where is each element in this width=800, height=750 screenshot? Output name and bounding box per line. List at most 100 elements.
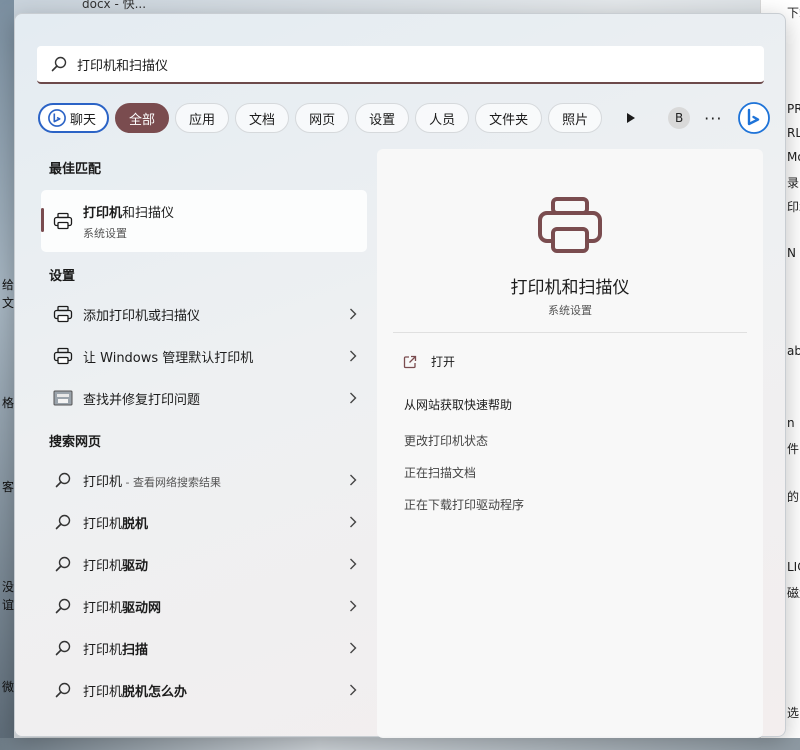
desktop-fragment: RL bbox=[787, 126, 800, 140]
web-result[interactable]: 打印机脱机 bbox=[41, 502, 367, 542]
printer-icon bbox=[53, 212, 73, 230]
more-options-button[interactable]: ··· bbox=[704, 109, 722, 128]
preview-title: 打印机和扫描仪 bbox=[510, 278, 630, 298]
filter-folders[interactable]: 文件夹 bbox=[475, 103, 543, 133]
web-result-query: 打印机 bbox=[83, 558, 123, 574]
search-icon bbox=[55, 556, 71, 572]
filter-people[interactable]: 人员 bbox=[415, 103, 470, 133]
filter-apps[interactable]: 应用 bbox=[175, 103, 230, 133]
web-result-suggestion: 驱动 bbox=[122, 558, 149, 574]
chevron-right-icon[interactable] bbox=[349, 473, 357, 487]
troubleshoot-icon bbox=[53, 390, 73, 406]
more-filters-button[interactable] bbox=[618, 105, 644, 131]
search-icon bbox=[55, 472, 71, 488]
settings-result-add-printer[interactable]: 添加打印机或扫描仪 bbox=[41, 294, 367, 334]
help-link-driver-download[interactable]: 正在下载打印驱动程序 bbox=[404, 496, 524, 513]
quick-help-heading: 从网站获取快速帮助 bbox=[404, 398, 513, 412]
desktop-fragment: 选中 bbox=[787, 706, 800, 720]
web-result-suggestion: 驱动网 bbox=[122, 600, 162, 616]
web-result-suggestion: 脱机怎么办 bbox=[122, 684, 188, 700]
web-result-query: 打印机 bbox=[83, 684, 123, 700]
filter-photos[interactable]: 照片 bbox=[548, 103, 603, 133]
best-match-title-bold: 打印机 bbox=[83, 205, 123, 221]
desktop-fragment: 文 bbox=[2, 296, 15, 310]
chevron-right-icon[interactable] bbox=[349, 515, 357, 529]
desktop-fragment: 印木 bbox=[787, 200, 800, 214]
best-match-item[interactable]: 打印机和扫描仪 系统设置 bbox=[41, 190, 367, 252]
desktop-fragment: 微 bbox=[2, 680, 15, 694]
search-input[interactable] bbox=[77, 56, 697, 72]
open-button[interactable]: 打开 bbox=[403, 353, 455, 370]
result-label: 让 Windows 管理默认打印机 bbox=[83, 350, 254, 366]
desktop-fragment: PRE bbox=[787, 102, 800, 116]
web-search-heading: 搜索网页 bbox=[49, 435, 102, 450]
chat-filter-label: 聊天 bbox=[70, 112, 97, 128]
desktop-fragment: 客 bbox=[2, 480, 15, 494]
chat-filter-button[interactable]: 聊天 bbox=[38, 103, 110, 133]
chevron-right-icon[interactable] bbox=[349, 349, 357, 363]
desktop-fragment: 没 bbox=[2, 580, 15, 594]
chevron-right-icon[interactable] bbox=[349, 599, 357, 613]
desktop-left-strip: 给 文 格 客 没 谊 微 bbox=[0, 0, 14, 750]
filter-web[interactable]: 网页 bbox=[295, 103, 350, 133]
desktop-fragment: 谊 bbox=[2, 598, 15, 612]
open-label: 打开 bbox=[431, 355, 456, 369]
best-match-title-rest: 和扫描仪 bbox=[122, 205, 175, 221]
divider bbox=[393, 332, 747, 333]
desktop-fragment: N bbox=[787, 246, 796, 260]
web-result[interactable]: 打印机驱动网 bbox=[41, 586, 367, 626]
desktop-window-title: docx - 快... bbox=[82, 0, 147, 11]
search-icon bbox=[55, 514, 71, 530]
desktop-fragment: ab bbox=[787, 344, 800, 358]
bing-icon bbox=[48, 109, 66, 127]
desktop-fragment: 给 bbox=[2, 278, 15, 292]
filter-bar: 聊天 全部 应用 文档 网页 设置 人员 文件夹 照片 B ··· bbox=[38, 102, 771, 134]
search-icon bbox=[51, 56, 67, 72]
desktop-fragment: Mo bbox=[787, 150, 800, 164]
selection-indicator bbox=[41, 208, 44, 232]
chevron-right-icon[interactable] bbox=[349, 641, 357, 655]
desktop-fragment: 录 bbox=[787, 176, 800, 190]
web-result-query: 打印机 bbox=[83, 474, 123, 490]
chevron-right-icon[interactable] bbox=[349, 557, 357, 571]
web-result[interactable]: 打印机驱动 bbox=[41, 544, 367, 584]
filter-documents[interactable]: 文档 bbox=[235, 103, 290, 133]
chevron-right-icon[interactable] bbox=[349, 683, 357, 697]
search-icon bbox=[55, 682, 71, 698]
printer-icon bbox=[53, 305, 73, 323]
printer-icon bbox=[53, 347, 73, 365]
help-link-scanning[interactable]: 正在扫描文档 bbox=[404, 464, 476, 481]
preview-subtitle: 系统设置 bbox=[548, 304, 592, 317]
desktop-fragment: 格 bbox=[2, 396, 15, 410]
desktop-fragment: n bbox=[787, 416, 795, 430]
preview-pane: 打印机和扫描仪 系统设置 打开 从网站获取快速帮助 更改打印机状态 正在扫描文档… bbox=[377, 149, 763, 738]
settings-result-default-printer[interactable]: 让 Windows 管理默认打印机 bbox=[41, 336, 367, 376]
settings-result-troubleshoot[interactable]: 查找并修复打印问题 bbox=[41, 378, 367, 418]
help-link-printer-status[interactable]: 更改打印机状态 bbox=[404, 432, 488, 449]
best-match-heading: 最佳匹配 bbox=[49, 162, 102, 177]
filter-all[interactable]: 全部 bbox=[115, 103, 170, 133]
web-result-query: 打印机 bbox=[83, 642, 123, 658]
web-result-suggestion: 脱机 bbox=[122, 516, 149, 532]
settings-heading: 设置 bbox=[49, 269, 76, 284]
bing-chat-icon[interactable] bbox=[738, 102, 771, 134]
search-icon bbox=[55, 598, 71, 614]
web-result[interactable]: 打印机 - 查看网络搜索结果 bbox=[41, 460, 367, 500]
filter-settings[interactable]: 设置 bbox=[355, 103, 410, 133]
web-result[interactable]: 打印机脱机怎么办 bbox=[41, 670, 367, 710]
result-label: 添加打印机或扫描仪 bbox=[83, 308, 201, 324]
search-box[interactable] bbox=[37, 46, 764, 84]
web-result-suggestion: 扫描 bbox=[122, 642, 149, 658]
chevron-right-icon[interactable] bbox=[349, 307, 357, 321]
desktop-fragment: 件 bbox=[787, 442, 800, 456]
desktop-fragment: 下载 bbox=[787, 6, 800, 20]
web-result[interactable]: 打印机扫描 bbox=[41, 628, 367, 668]
chevron-right-icon[interactable] bbox=[349, 391, 357, 405]
account-avatar[interactable]: B bbox=[668, 107, 691, 129]
desktop-bottom-strip bbox=[0, 738, 800, 750]
printer-icon bbox=[538, 197, 602, 253]
desktop-fragment: 的 bbox=[787, 490, 800, 504]
search-icon bbox=[55, 640, 71, 656]
result-label: 查找并修复打印问题 bbox=[83, 392, 201, 408]
web-result-query: 打印机 bbox=[83, 516, 123, 532]
